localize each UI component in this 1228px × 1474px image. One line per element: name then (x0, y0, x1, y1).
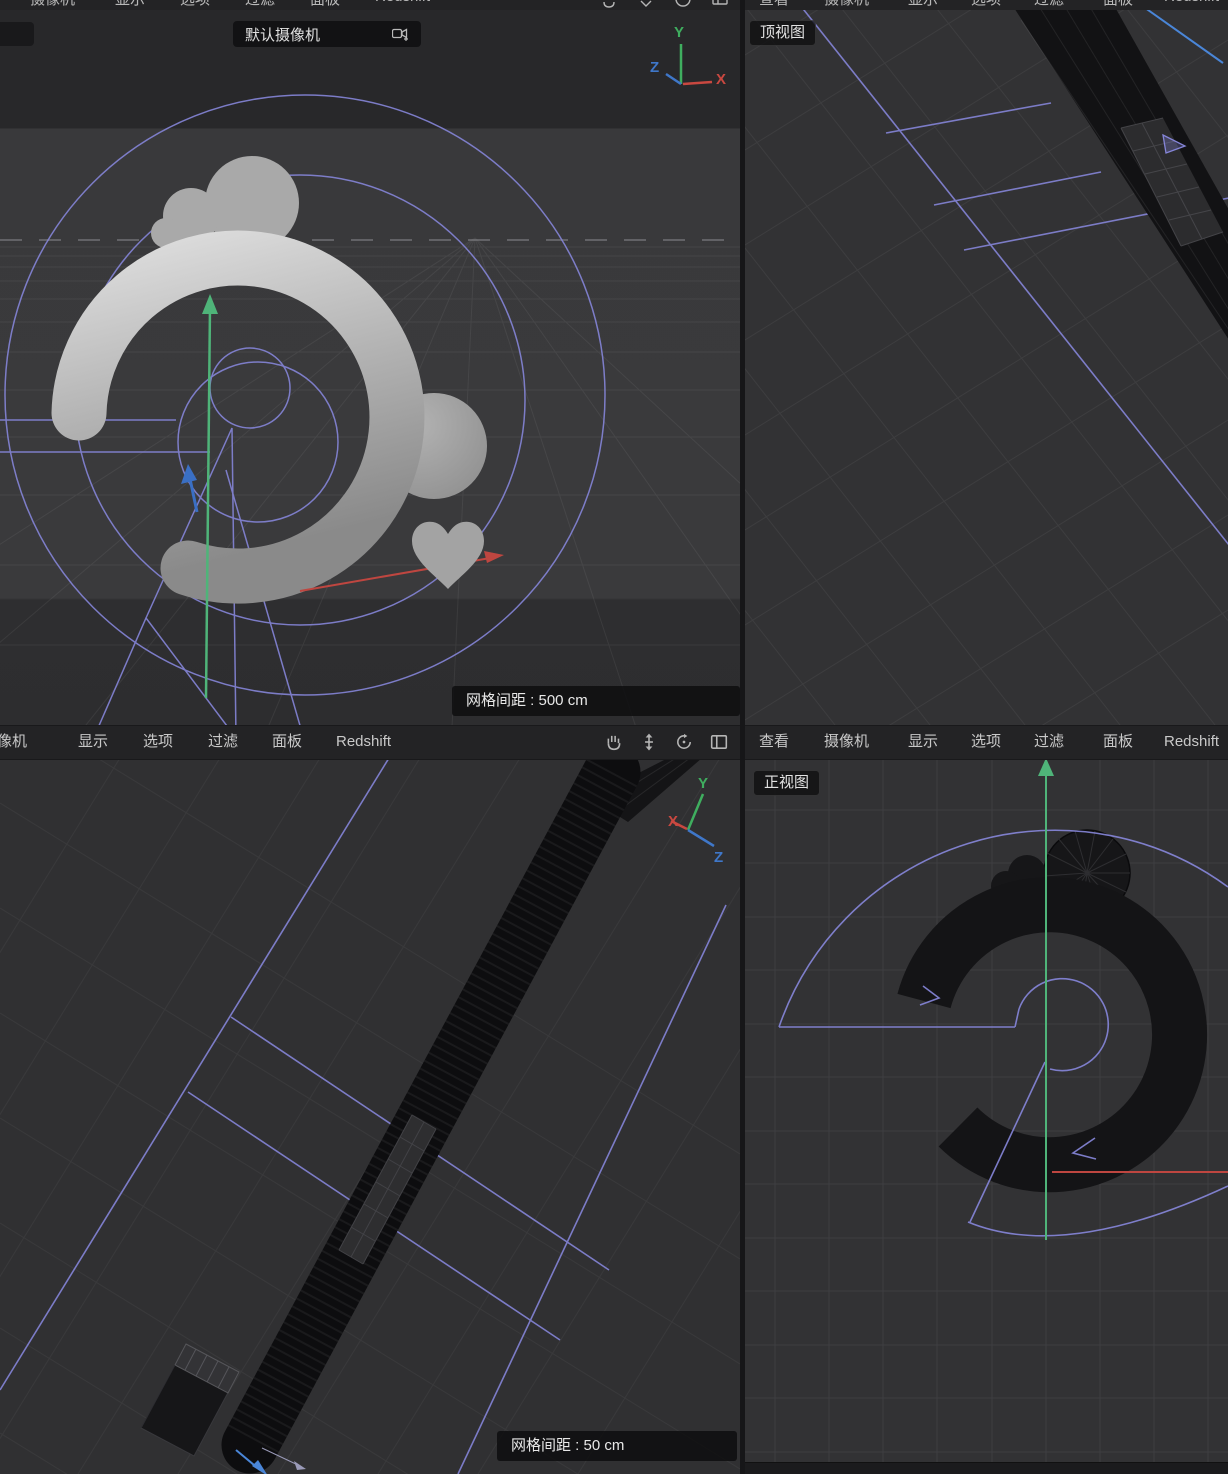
menu-options[interactable]: 选项 (180, 0, 210, 9)
bl-axis-gizmo[interactable]: Y X Z (668, 775, 723, 866)
torus-ring-object[interactable] (79, 258, 397, 576)
toolbar-bottom-right: 查看 摄像机 显示 选项 过滤 面板 Redshift (745, 725, 1228, 760)
menu-options[interactable]: 选项 (971, 726, 1001, 758)
viewport-bottom-left[interactable]: Y X Z 网格间距 : 50 cm (0, 758, 740, 1474)
menu-view[interactable]: 查看 (759, 726, 789, 758)
axis-y-label: Y (674, 24, 684, 41)
menu-redshift[interactable]: Redshift (336, 726, 391, 758)
menu-options[interactable]: 选项 (143, 726, 173, 758)
c4d-quad-viewport: Y Z X 默认摄像机 网格间距 : 500 cm (0, 0, 1228, 1474)
front-view-scene[interactable] (745, 758, 1228, 1462)
menu-camera[interactable]: 摄像机 (0, 726, 27, 758)
topbar-icons-clipped[interactable] (601, 0, 740, 10)
axis-z-label: Z (650, 59, 659, 76)
menu-filter[interactable]: 过滤 (1034, 726, 1064, 758)
menu-filter[interactable]: 过滤 (245, 0, 275, 9)
viewport-front[interactable]: 正视图 (745, 758, 1228, 1462)
camera-label[interactable]: 默认摄像机 (233, 21, 421, 47)
menu-redshift[interactable]: Redshift (1164, 0, 1219, 5)
camera-label-text: 默认摄像机 (245, 24, 320, 45)
menu-display[interactable]: 显示 (908, 726, 938, 758)
topbar-right-clipped: 查看 摄像机 显示 选项 过滤 面板 Redshift (745, 0, 1228, 10)
menu-camera[interactable]: 摄像机 (30, 0, 75, 9)
menu-redshift[interactable]: Redshift (375, 0, 430, 5)
menu-panel[interactable]: 面板 (1103, 726, 1133, 758)
tube-z-axis-line (1141, 5, 1223, 63)
menu-redshift[interactable]: Redshift (1164, 726, 1219, 758)
menu-display[interactable]: 显示 (115, 0, 145, 9)
rotate-icon[interactable] (675, 733, 693, 751)
axis-x-label: X (668, 813, 678, 830)
toolbar-bottom-left: 摄像机 显示 选项 过滤 面板 Redshift (0, 725, 740, 760)
menu-display[interactable]: 显示 (908, 0, 938, 9)
menu-panel[interactable]: 面板 (272, 726, 302, 758)
bl-splines[interactable] (0, 758, 726, 1474)
bl-grid (0, 758, 740, 1474)
grid-spacing-label: 网格间距 : 50 cm (497, 1431, 737, 1461)
heart-object[interactable] (412, 522, 484, 589)
menu-filter[interactable]: 过滤 (1034, 0, 1064, 9)
viewport-perspective[interactable]: Y Z X 默认摄像机 网格间距 : 500 cm (0, 0, 740, 725)
bottom-left-scene[interactable]: Y X Z (0, 758, 740, 1474)
top-view-scene[interactable] (745, 0, 1228, 725)
axis-z-label: Z (714, 849, 723, 866)
pan-hand-icon[interactable] (605, 733, 623, 751)
viewport-edge-strip (745, 1462, 1228, 1474)
dolly-zoom-icon[interactable] (640, 733, 658, 751)
axis-x-label: X (716, 71, 726, 88)
maximize-view-icon[interactable] (710, 733, 728, 751)
menu-filter[interactable]: 过滤 (208, 726, 238, 758)
topbar-left-clipped: 摄像机 显示 选项 过滤 面板 Redshift (0, 0, 740, 10)
front-view-label[interactable]: 正视图 (753, 770, 820, 796)
viewport-top[interactable]: 顶视图 (745, 0, 1228, 725)
menu-camera[interactable]: 摄像机 (824, 0, 869, 9)
tube-object-top[interactable] (1009, 0, 1228, 340)
perspective-scene[interactable]: Y Z X (0, 0, 740, 725)
y-axis-arrow (202, 294, 218, 698)
menu-camera[interactable]: 摄像机 (824, 726, 869, 758)
axis-gizmo[interactable]: Y Z X (650, 24, 726, 88)
menu-view[interactable]: 查看 (759, 0, 789, 9)
top-view-splines[interactable] (796, 0, 1228, 545)
menu-panel[interactable]: 面板 (1103, 0, 1133, 9)
menu-options[interactable]: 选项 (971, 0, 1001, 9)
top-view-label[interactable]: 顶视图 (749, 20, 816, 46)
axis-y-label: Y (698, 775, 708, 792)
ring-silhouette[interactable] (924, 905, 1180, 1165)
menu-display[interactable]: 显示 (78, 726, 108, 758)
view-label-clipped (0, 22, 34, 46)
menu-panel[interactable]: 面板 (310, 0, 340, 9)
grid-spacing-label: 网格间距 : 500 cm (452, 686, 740, 716)
camera-icon[interactable] (392, 26, 409, 41)
